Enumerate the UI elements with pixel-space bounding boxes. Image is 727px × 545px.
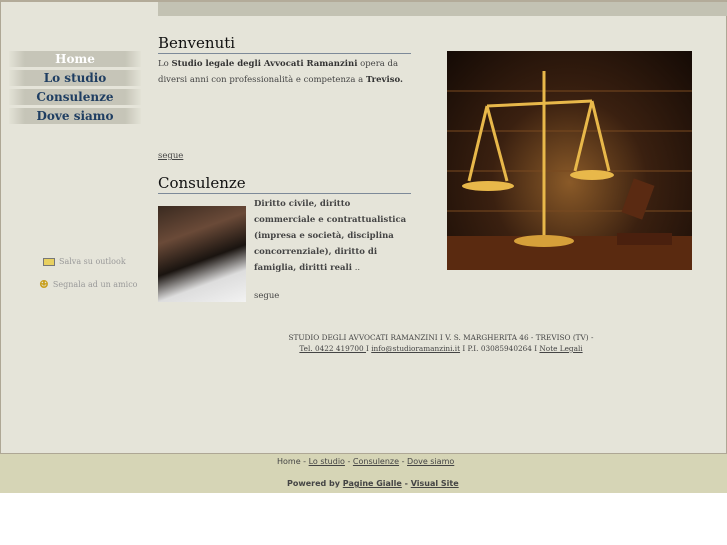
welcome-title: Benvenuti [158,34,411,54]
person-icon: ☻ [39,278,49,291]
save-outlook-link[interactable]: Salva su outlook [43,257,126,266]
footer-nav: Home - Lo studio - Consulenze - Dove sia… [277,457,455,466]
email-link[interactable]: info@studioramanzini.it [371,344,460,353]
footer-consulenze[interactable]: Consulenze [353,457,399,466]
scales-image [447,51,692,270]
footer-dove-siamo[interactable]: Dove siamo [407,457,454,466]
consulenze-photo [158,206,246,302]
visual-site-link[interactable]: Visual Site [411,479,459,488]
welcome-text: Lo Studio legale degli Avvocati Ramanzin… [158,59,403,85]
footer-home[interactable]: Home [277,457,301,466]
footer: Home - Lo studio - Consulenze - Dove sia… [0,454,727,493]
address-block: STUDIO DEGLI AVVOCATI RAMANZINI I V. S. … [288,333,594,353]
consulenze-title: Consulenze [158,174,411,194]
nav-dove-siamo[interactable]: Dove siamo [9,108,141,124]
footer-lo-studio[interactable]: Lo studio [309,457,345,466]
outlook-card-icon [43,257,55,266]
powered-by: Powered by Pagine Gialle - Visual Site [287,479,459,488]
nav-home[interactable]: Home [9,51,141,67]
tell-friend-link[interactable]: ☻ Segnala ad un amico [39,278,138,291]
page-container: Home Lo studio Consulenze Dove siamo Ben… [0,0,727,454]
nav-consulenze[interactable]: Consulenze [9,89,141,105]
pagine-gialle-link[interactable]: Pagine Gialle [343,479,402,488]
legal-notes-link[interactable]: Note Legali [539,344,582,353]
tel-link[interactable]: Tel. 0422 419700 [299,344,366,353]
consulenze-text: Diritto civile, diritto commerciale e co… [254,199,407,273]
consulenze-more-link[interactable]: segue [254,288,279,304]
welcome-more-link[interactable]: segue [158,148,183,164]
top-bar [158,2,727,16]
nav-lo-studio[interactable]: Lo studio [9,70,141,86]
